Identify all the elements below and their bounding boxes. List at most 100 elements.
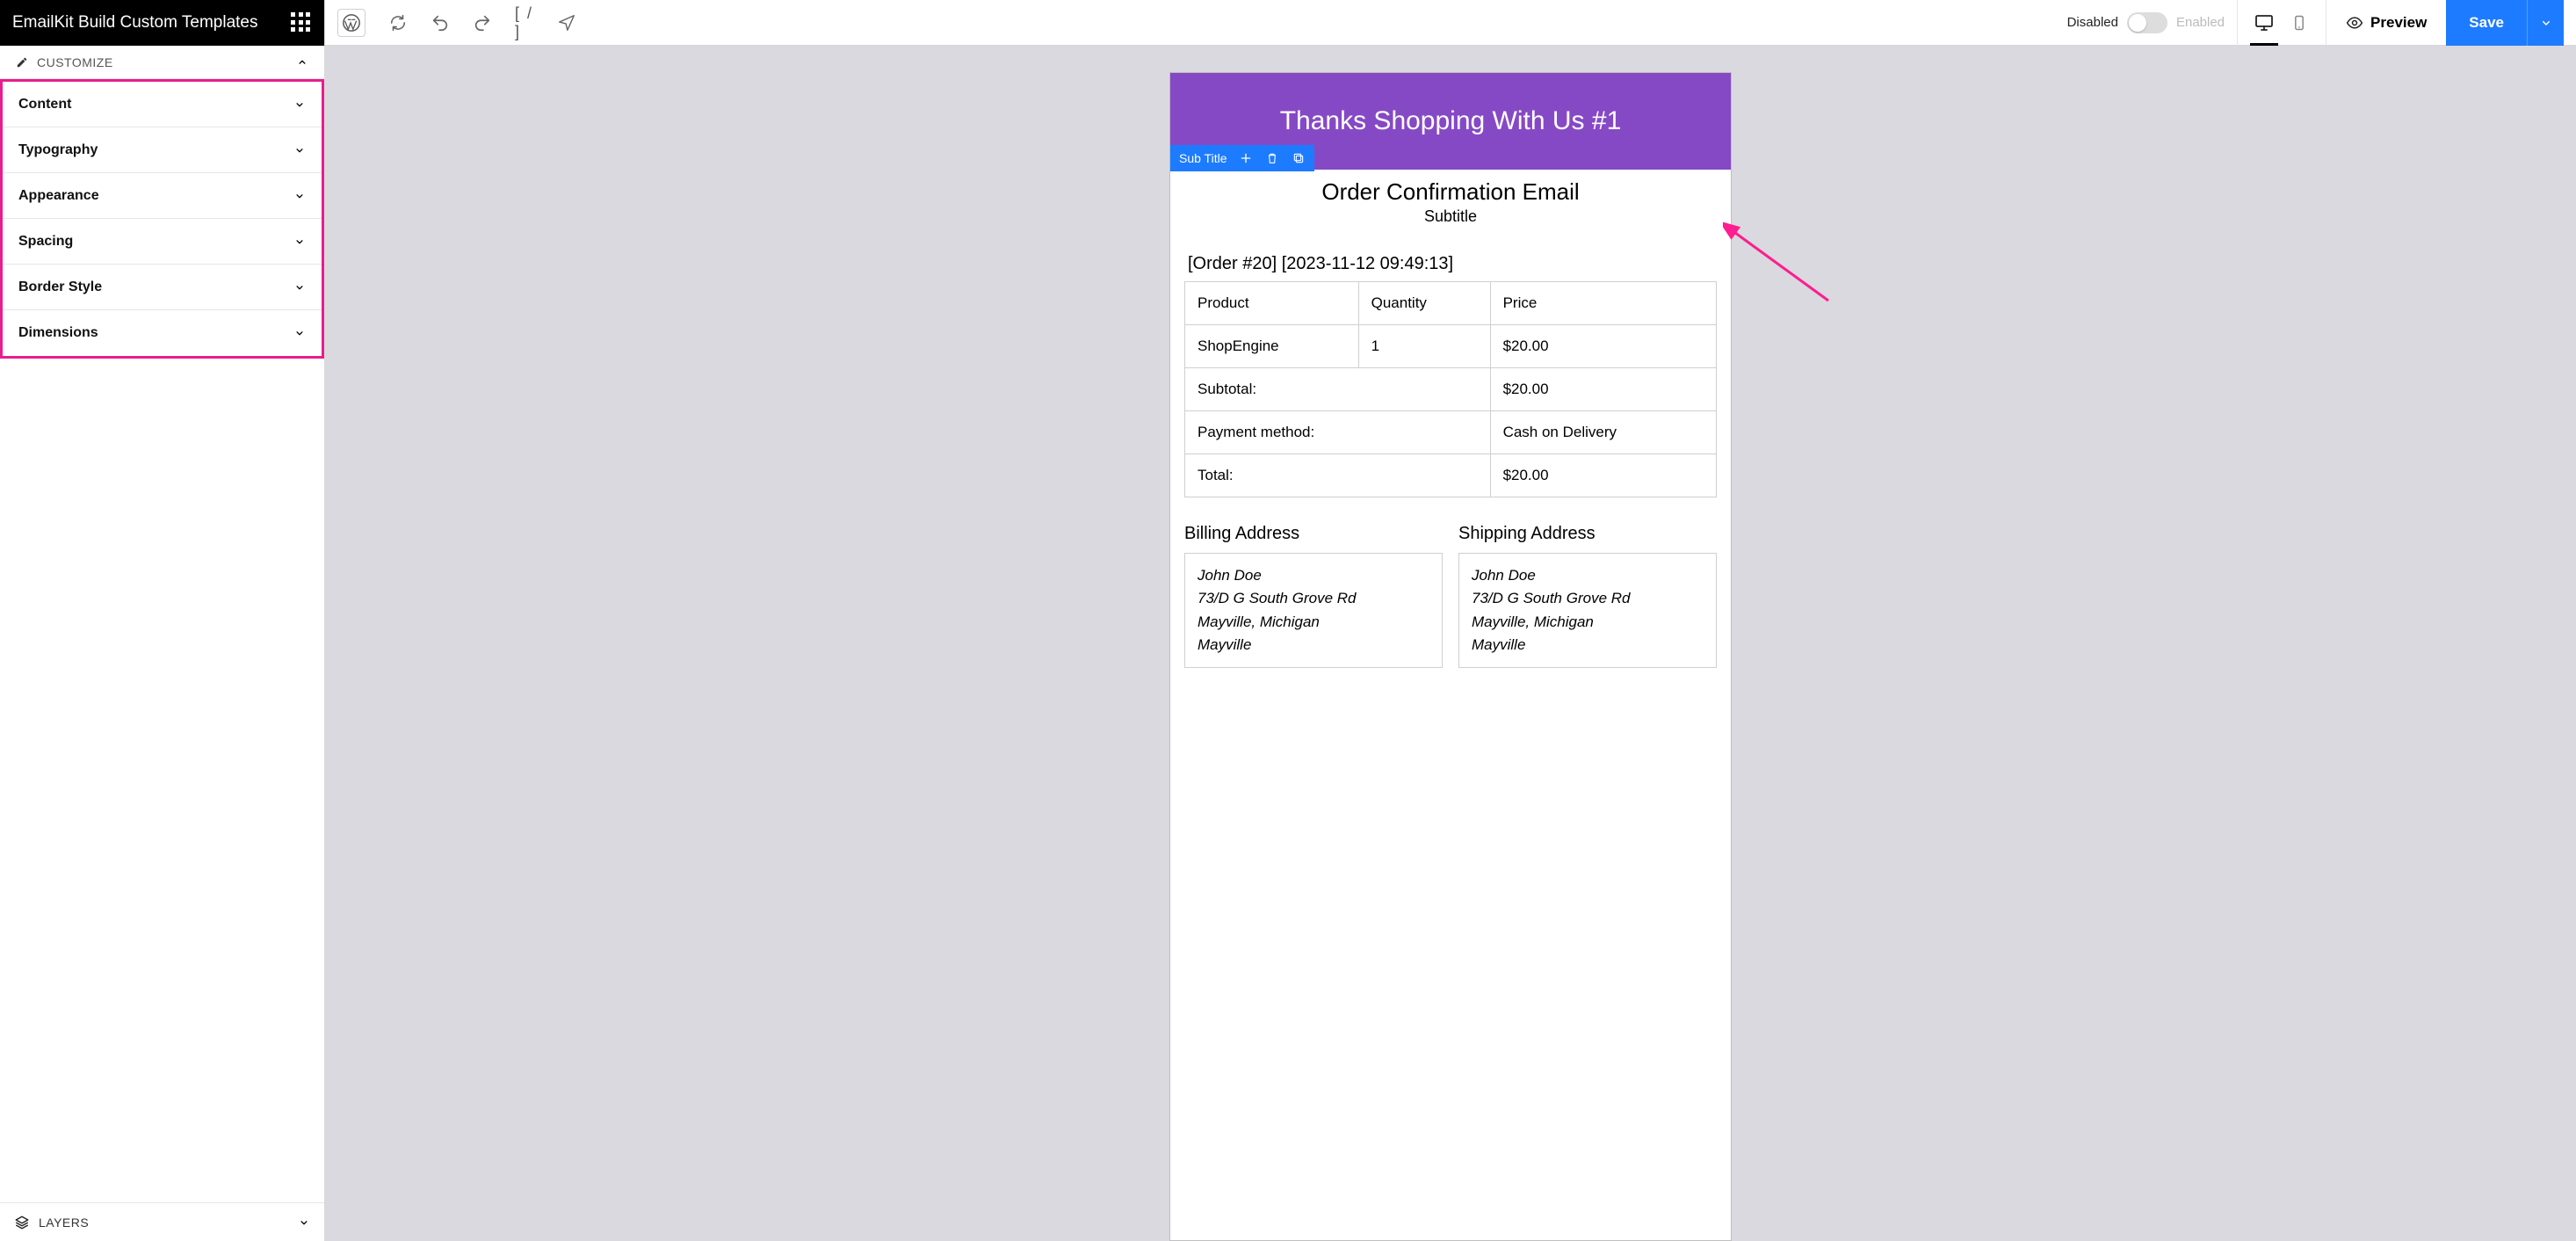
paper-plane-icon [557,13,576,33]
panel-appearance[interactable]: Appearance [3,173,322,219]
addr-line: Mayville, Michigan [1198,611,1429,634]
table-subtotal-row: Subtotal: $20.00 [1185,368,1717,411]
addr-line: Mayville [1198,634,1429,657]
refresh-icon [388,13,408,33]
col-product: Product [1185,282,1359,325]
cell-price: $20.00 [1490,325,1716,368]
annotation-arrow-icon [1723,221,1846,309]
undo-button[interactable] [431,13,450,33]
copy-icon [1292,151,1306,165]
cell-qty: 1 [1358,325,1490,368]
chevron-down-icon [293,190,306,202]
refresh-button[interactable] [388,13,408,33]
customize-panels-highlight: Content Typography Appearance Spacing Bo… [0,79,324,359]
payment-label: Payment method: [1185,411,1491,454]
email-subtitle: Subtitle [1179,207,1722,226]
selection-toolbar: Sub Title [1170,145,1314,171]
preview-button[interactable]: Preview [2326,0,2446,46]
disabled-label: Disabled [2067,15,2118,30]
selection-delete-button[interactable] [1265,151,1279,165]
enabled-label: Enabled [2176,15,2225,30]
table-total-row: Total: $20.00 [1185,454,1717,497]
selection-add-button[interactable] [1239,151,1253,165]
order-meta-line: [Order #20] [2023-11-12 09:49:13] [1188,254,1713,274]
save-label: Save [2469,14,2504,32]
addr-line: 73/D G South Grove Rd [1472,587,1704,610]
panel-border-style[interactable]: Border Style [3,265,322,310]
undo-icon [431,13,450,33]
shipping-title: Shipping Address [1458,524,1717,544]
table-header-row: Product Quantity Price [1185,282,1717,325]
save-button[interactable]: Save [2446,0,2527,46]
col-quantity: Quantity [1358,282,1490,325]
addr-line: 73/D G South Grove Rd [1198,587,1429,610]
panel-typography[interactable]: Typography [3,127,322,173]
send-button[interactable] [557,13,576,33]
enable-toggle-group: Disabled Enabled [2055,12,2237,33]
device-switch [2237,0,2326,46]
chevron-down-icon [293,144,306,156]
redo-icon [473,13,492,33]
email-frame[interactable]: Thanks Shopping With Us #1 Sub Title [1169,72,1732,1241]
shipping-box: John Doe 73/D G South Grove Rd Mayville,… [1458,553,1717,668]
device-mobile-button[interactable] [2282,0,2317,46]
plus-icon [1239,151,1253,165]
app-title: EmailKit Build Custom Templates [12,13,257,33]
preview-label: Preview [2370,14,2427,32]
addresses-section[interactable]: Billing Address John Doe 73/D G South Gr… [1170,497,1731,668]
table-row: ShopEngine 1 $20.00 [1185,325,1717,368]
billing-column: Billing Address John Doe 73/D G South Gr… [1184,524,1443,668]
panel-label: Dimensions [18,325,98,341]
payment-value: Cash on Delivery [1490,411,1716,454]
sidebar-header: EmailKit Build Custom Templates [0,0,324,46]
chevron-down-icon [2539,16,2553,30]
layers-label: LAYERS [39,1216,89,1230]
selection-label: Sub Title [1179,151,1226,165]
sidebar: EmailKit Build Custom Templates CUSTOMIZ… [0,0,325,1241]
panel-content[interactable]: Content [3,82,322,127]
subtotal-label: Subtotal: [1185,368,1491,411]
selection-duplicate-button[interactable] [1292,151,1306,165]
chevron-down-icon [298,1216,310,1229]
email-title-block[interactable]: Order Confirmation Email Subtitle [1170,170,1731,238]
cell-product: ShopEngine [1185,325,1359,368]
addr-line: John Doe [1472,564,1704,587]
redo-button[interactable] [473,13,492,33]
chevron-down-icon [293,281,306,294]
layers-footer[interactable]: LAYERS [0,1202,324,1241]
total-label: Total: [1185,454,1491,497]
customize-section-header[interactable]: CUSTOMIZE [0,46,324,79]
save-dropdown-button[interactable] [2527,0,2564,46]
enable-toggle[interactable] [2127,12,2167,33]
mobile-icon [2290,14,2308,32]
panel-dimensions[interactable]: Dimensions [3,310,322,356]
order-section[interactable]: [Order #20] [2023-11-12 09:49:13] Produc… [1170,238,1731,497]
billing-title: Billing Address [1184,524,1443,544]
eye-icon [2346,14,2363,32]
col-price: Price [1490,282,1716,325]
table-payment-row: Payment method: Cash on Delivery [1185,411,1717,454]
layers-icon [14,1215,30,1230]
panel-spacing[interactable]: Spacing [3,219,322,265]
addr-line: Mayville, Michigan [1472,611,1704,634]
device-desktop-button[interactable] [2247,0,2282,46]
addr-line: Mayville [1472,634,1704,657]
panel-label: Appearance [18,188,99,204]
canvas[interactable]: Thanks Shopping With Us #1 Sub Title [325,46,2576,1241]
panel-label: Typography [18,142,98,158]
billing-box: John Doe 73/D G South Grove Rd Mayville,… [1184,553,1443,668]
total-value: $20.00 [1490,454,1716,497]
email-header-text: Thanks Shopping With Us #1 [1280,106,1622,135]
topbar: [ / ] Disabled Enabled [325,0,2576,46]
wordpress-logo-button[interactable] [337,9,365,37]
chevron-up-icon [296,56,308,69]
desktop-icon [2254,12,2275,33]
chevron-down-icon [293,236,306,248]
email-header-block[interactable]: Thanks Shopping With Us #1 Sub Title [1170,73,1731,170]
trash-icon [1265,151,1279,165]
main-area: [ / ] Disabled Enabled [325,0,2576,1241]
apps-grid-icon[interactable] [291,12,312,33]
chevron-down-icon [293,327,306,339]
wordpress-icon [342,13,361,33]
shortcode-button[interactable]: [ / ] [515,13,534,33]
